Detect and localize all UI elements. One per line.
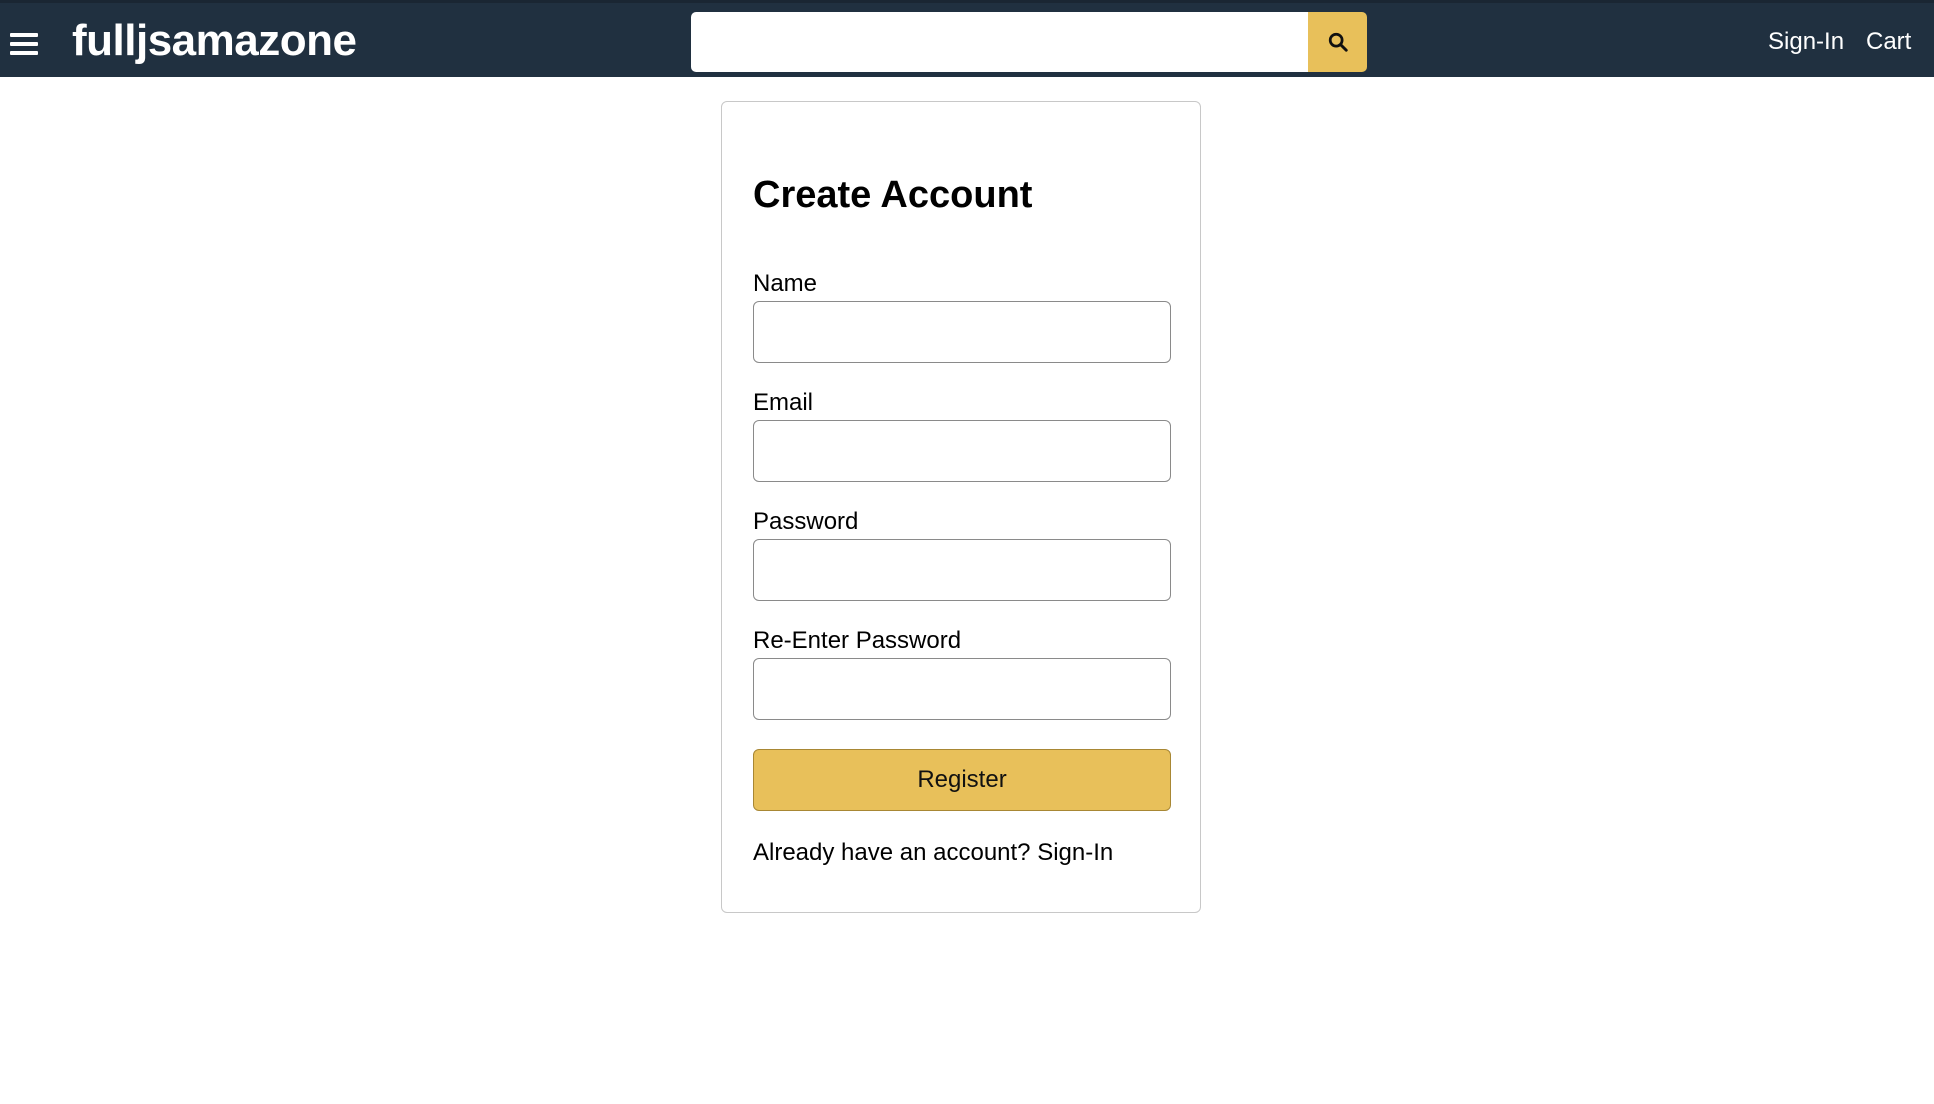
name-label: Name [753,270,818,297]
top-navbar: fulljsamazone Sign-In Cart [0,0,1934,77]
password-label: Password [753,508,859,535]
hamburger-menu-icon[interactable] [10,33,38,55]
search-input[interactable] [691,12,1308,72]
signin-link[interactable]: Sign-In [1037,839,1113,866]
password-field[interactable] [753,539,1171,601]
reenter-password-label: Re-Enter Password [753,627,962,654]
register-button[interactable]: Register [753,749,1171,811]
search-icon [1328,32,1348,52]
email-label: Email [753,389,814,416]
signin-prompt-text: Already have an account? [753,839,1031,866]
search-button[interactable] [1308,12,1367,72]
name-field[interactable] [753,301,1171,363]
signin-prompt: Already have an account? Sign-In [753,838,1113,868]
nav-signin-link[interactable]: Sign-In [1768,25,1844,59]
form-title: Create Account [753,174,1033,216]
brand-logo-link[interactable]: fulljsamazone [72,15,357,67]
email-field[interactable] [753,420,1171,482]
create-account-form: Create Account Name Email Password Re-En… [721,101,1201,913]
nav-cart-link[interactable]: Cart [1866,25,1911,59]
reenter-password-field[interactable] [753,658,1171,720]
search-form [691,12,1367,72]
